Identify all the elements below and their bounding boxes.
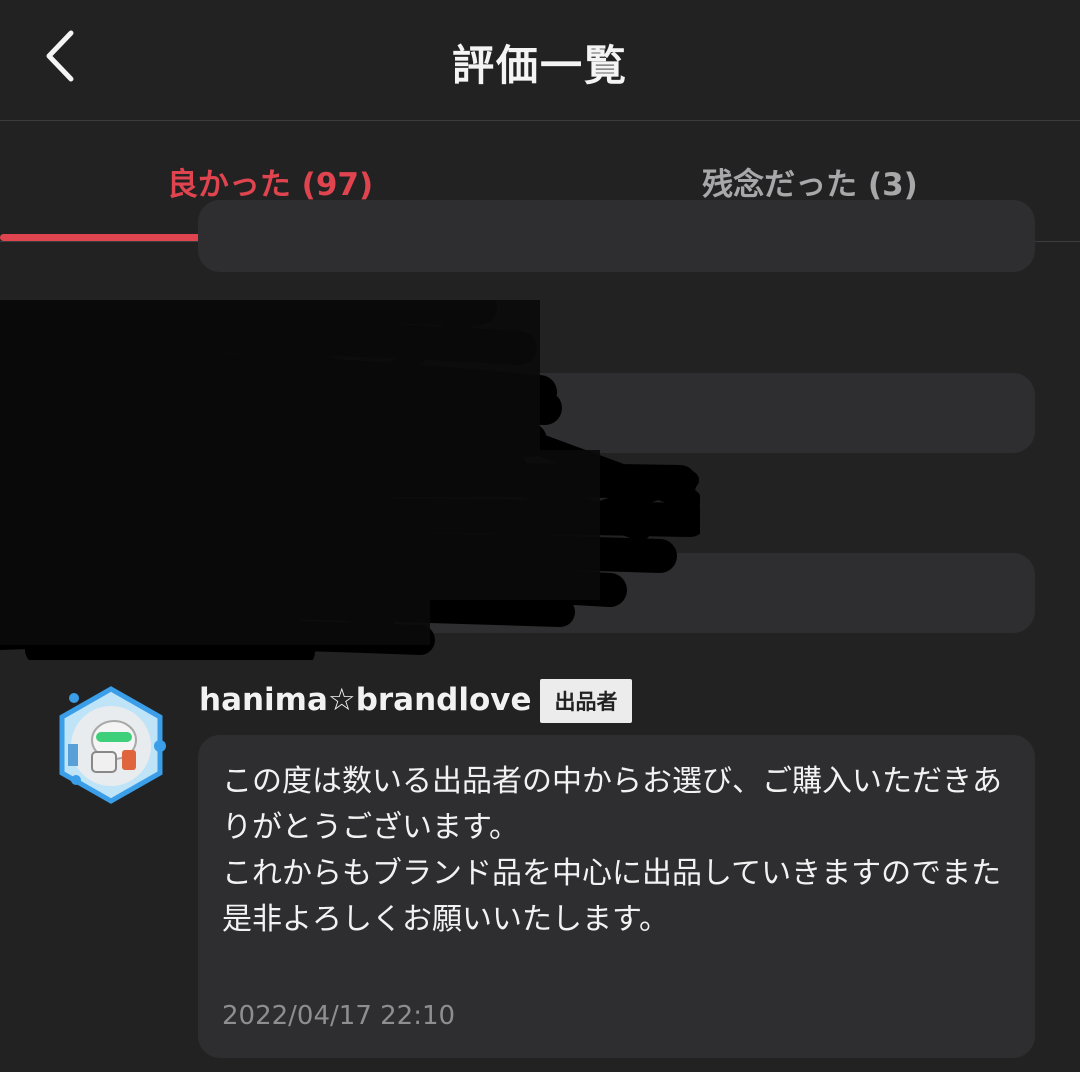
reviewer-name[interactable]: hanima☆brandlove xyxy=(199,680,532,720)
avatar[interactable] xyxy=(52,686,170,804)
review-comment-card: この度は数いる出品者の中からお選び、ご購入いただきありがとうございます。 これか… xyxy=(198,735,1035,1058)
review-list-screen: 評価一覧 良かった (97) 残念だった (3) hanima☆brandlov… xyxy=(0,0,1080,1072)
header: 評価一覧 xyxy=(0,0,1080,121)
tab-good-label: 良かった (97) xyxy=(166,166,374,203)
previous-review-card xyxy=(198,200,1035,272)
tab-bad-label: 残念だった (3) xyxy=(702,166,918,203)
seller-badge: 出品者 xyxy=(540,679,632,723)
page-title: 評価一覧 xyxy=(451,41,628,90)
review-comment: この度は数いる出品者の中からお選び、ご購入いただきありがとうございます。 これか… xyxy=(222,764,1002,937)
redaction-scribble xyxy=(0,300,700,660)
review-date: 2022/04/17 22:10 xyxy=(222,1001,456,1031)
